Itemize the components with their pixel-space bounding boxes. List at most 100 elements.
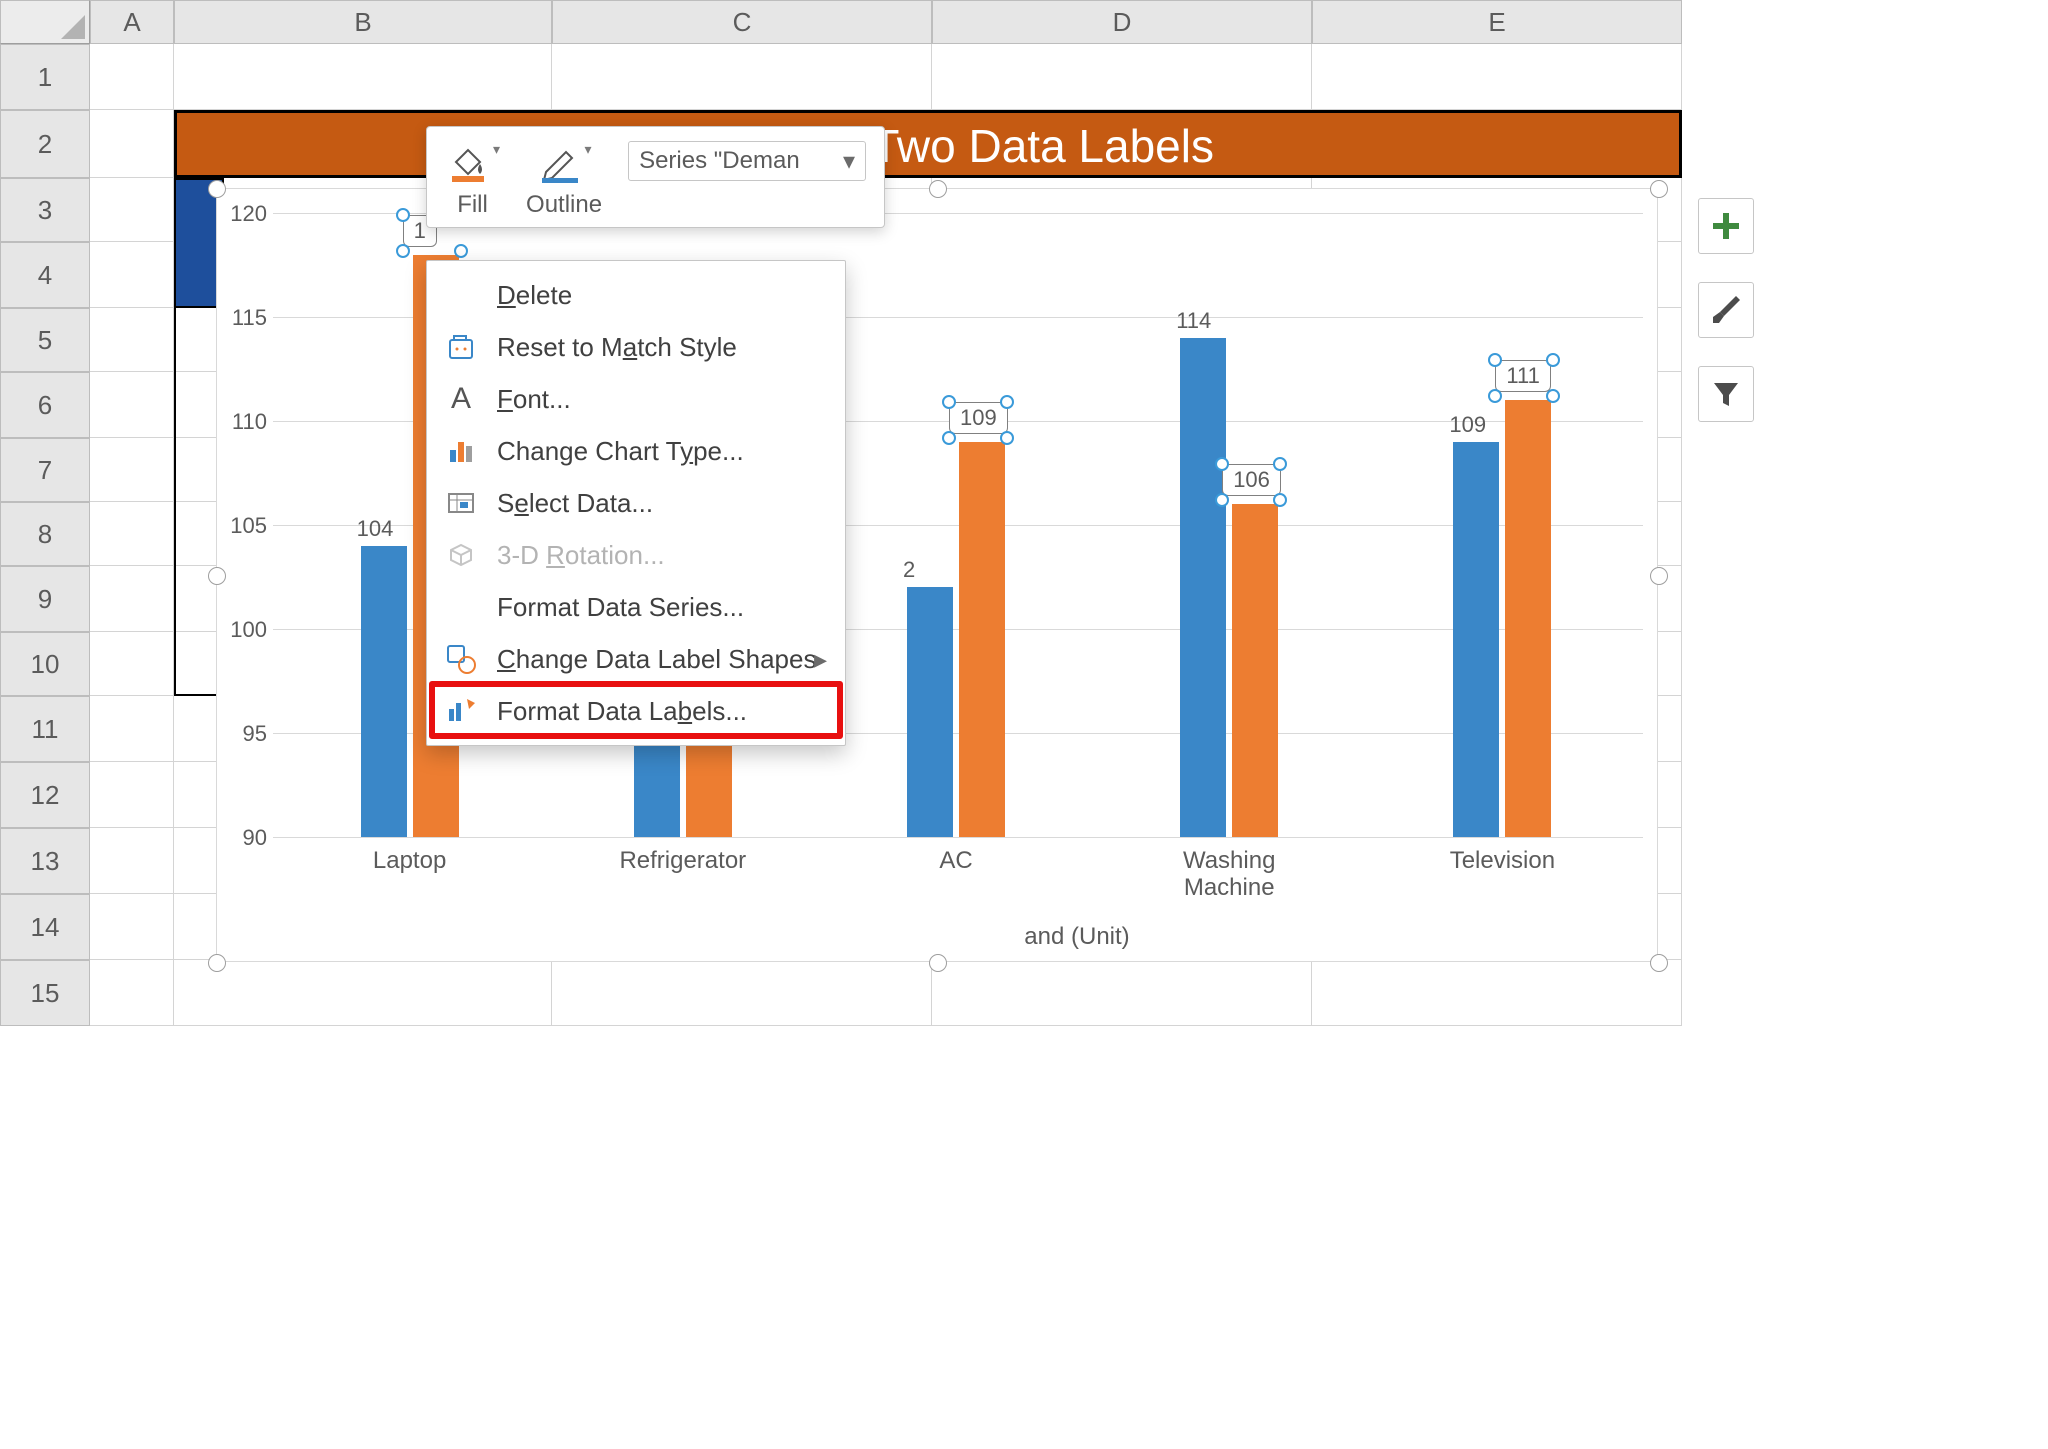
row-header[interactable]: 2: [0, 110, 90, 178]
chevron-down-icon: ▾: [585, 141, 592, 158]
row-header[interactable]: 7: [0, 438, 90, 502]
menu-select-data[interactable]: Select Data...: [427, 477, 845, 529]
label-selection-handle[interactable]: [1215, 457, 1229, 471]
row-header[interactable]: 10: [0, 632, 90, 696]
fill-button[interactable]: ▾ Fill: [445, 141, 500, 219]
selection-handle[interactable]: [929, 180, 947, 198]
shapes-icon: [443, 641, 479, 677]
data-label-demand[interactable]: 109: [949, 402, 1008, 434]
chevron-down-icon: ▾: [843, 147, 855, 176]
chart-legend-text: and (Unit): [1024, 923, 1129, 951]
column-header[interactable]: A: [90, 0, 174, 44]
selection-handle[interactable]: [929, 954, 947, 972]
y-tick-label: 95: [217, 721, 267, 747]
chevron-down-icon: ▾: [493, 141, 500, 158]
format-labels-icon: [443, 693, 479, 729]
menu-delete[interactable]: Delete: [427, 269, 845, 321]
chart-elements-button[interactable]: [1698, 198, 1754, 254]
chart-styles-button[interactable]: [1698, 282, 1754, 338]
row-header[interactable]: 9: [0, 566, 90, 632]
row-header[interactable]: 1: [0, 44, 90, 110]
font-icon: A: [443, 381, 479, 417]
plus-icon: [1711, 211, 1741, 241]
row-header[interactable]: 5: [0, 308, 90, 372]
paintbrush-icon: [1710, 294, 1742, 326]
menu-font[interactable]: A Font...: [427, 373, 845, 425]
row-header[interactable]: 12: [0, 762, 90, 828]
label-selection-handle[interactable]: [942, 395, 956, 409]
mini-toolbar: ▾ Fill ▾ Outline Series "Deman ▾: [426, 126, 885, 228]
selection-handle[interactable]: [1650, 567, 1668, 585]
menu-format-data-labels[interactable]: Format Data Labels...: [427, 685, 845, 737]
row-header[interactable]: 3: [0, 178, 90, 242]
data-label-supply[interactable]: 114: [1176, 308, 1211, 334]
label-selection-handle[interactable]: [396, 208, 410, 222]
y-tick-label: 90: [217, 825, 267, 851]
selection-handle[interactable]: [1650, 180, 1668, 198]
data-label-supply[interactable]: 2: [903, 557, 915, 583]
chart-filters-button[interactable]: [1698, 366, 1754, 422]
y-tick-label: 120: [217, 201, 267, 227]
data-label-demand[interactable]: 111: [1495, 360, 1550, 392]
select-all-corner[interactable]: [0, 0, 90, 44]
label-selection-handle[interactable]: [454, 244, 468, 258]
bar-demand[interactable]: [1232, 504, 1278, 837]
row-header[interactable]: 6: [0, 372, 90, 438]
label-selection-handle[interactable]: [1000, 431, 1014, 445]
outline-button[interactable]: ▾ Outline: [526, 141, 602, 219]
category-label: Refrigerator: [603, 847, 763, 874]
category-label: AC: [876, 847, 1036, 874]
outline-label: Outline: [526, 191, 602, 219]
row-header[interactable]: 14: [0, 894, 90, 960]
series-picker-text: Series "Deman: [639, 147, 800, 175]
selection-handle[interactable]: [208, 567, 226, 585]
data-label-demand[interactable]: 106: [1222, 464, 1281, 496]
category-label: Laptop: [330, 847, 490, 874]
label-selection-handle[interactable]: [1000, 395, 1014, 409]
category-label: WashingMachine: [1149, 847, 1309, 902]
menu-format-data-series[interactable]: Format Data Series...: [427, 581, 845, 633]
bar-chart-icon: [443, 433, 479, 469]
y-tick-label: 115: [217, 305, 267, 331]
label-selection-handle[interactable]: [1488, 353, 1502, 367]
row-header[interactable]: 8: [0, 502, 90, 566]
bar-supply[interactable]: [1453, 442, 1499, 837]
series-picker-dropdown[interactable]: Series "Deman ▾: [628, 141, 866, 181]
cube-icon: [443, 537, 479, 573]
bar-demand[interactable]: [1505, 400, 1551, 837]
bar-demand[interactable]: [959, 442, 1005, 837]
menu-reset-match-style[interactable]: Reset to Match Style: [427, 321, 845, 373]
row-header[interactable]: 11: [0, 696, 90, 762]
selection-handle[interactable]: [208, 180, 226, 198]
context-menu: Delete Reset to Match Style A Font... Ch…: [426, 260, 846, 746]
bar-supply[interactable]: [1180, 338, 1226, 837]
data-label-supply[interactable]: 104: [357, 516, 394, 542]
bar-supply[interactable]: [907, 587, 953, 837]
row-headers: 123456789101112131415: [0, 44, 90, 1026]
selection-handle[interactable]: [1650, 954, 1668, 972]
fill-label: Fill: [457, 191, 488, 219]
menu-change-chart-type[interactable]: Change Chart Type...: [427, 425, 845, 477]
label-selection-handle[interactable]: [396, 244, 410, 258]
reset-icon: [443, 329, 479, 365]
column-header[interactable]: D: [932, 0, 1312, 44]
column-header[interactable]: B: [174, 0, 552, 44]
menu-3d-rotation: 3-D Rotation...: [427, 529, 845, 581]
column-header[interactable]: E: [1312, 0, 1682, 44]
row-header[interactable]: 15: [0, 960, 90, 1026]
y-tick-label: 110: [217, 409, 267, 435]
column-header[interactable]: C: [552, 0, 932, 44]
label-selection-handle[interactable]: [942, 431, 956, 445]
y-tick-label: 105: [217, 513, 267, 539]
sheet-title-merged-cell: Addition of Two Data Labels: [174, 110, 1682, 178]
category-label: Television: [1422, 847, 1582, 874]
row-header[interactable]: 4: [0, 242, 90, 308]
menu-change-data-label-shapes[interactable]: Change Data Label Shapes ▸: [427, 633, 845, 685]
selection-handle[interactable]: [208, 954, 226, 972]
data-label-supply[interactable]: 109: [1449, 412, 1486, 438]
funnel-icon: [1711, 379, 1741, 409]
pencil-icon: [538, 142, 580, 184]
row-header[interactable]: 13: [0, 828, 90, 894]
paint-bucket-icon: [446, 142, 488, 184]
bar-supply[interactable]: [361, 546, 407, 837]
